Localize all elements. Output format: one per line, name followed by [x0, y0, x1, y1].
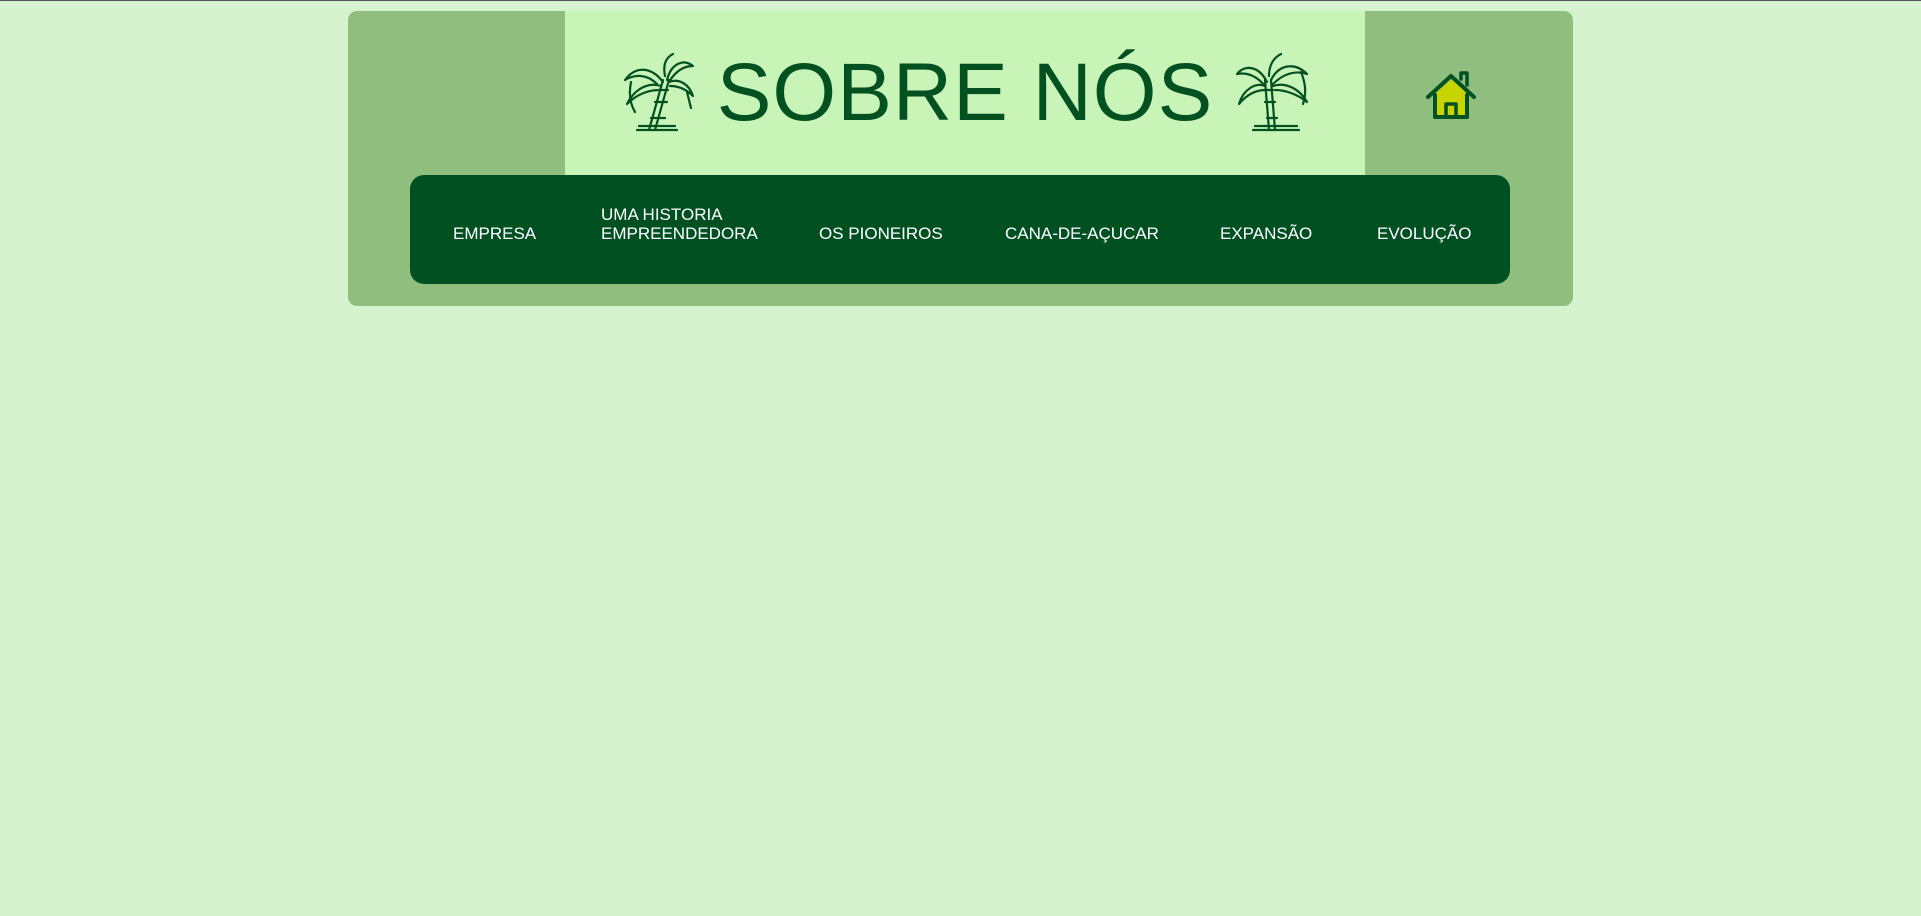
sugarcane-icon: [1236, 52, 1309, 132]
nav-item-evolucao[interactable]: EVOLUÇÃO: [1377, 224, 1471, 243]
nav-item-label: EXPANSÃO: [1220, 224, 1313, 243]
nav-item-label: EVOLUÇÃO: [1377, 224, 1472, 243]
nav-item-uma-historia-empreendedora[interactable]: UMA HISTORIA EMPREENDEDORA: [601, 205, 758, 243]
nav-item-label: EMPRESA: [453, 224, 537, 243]
sugarcane-icon: [623, 52, 694, 132]
header-panel: SOBRE NÓS EMPRESA UMA HISTORIA EMPREENDE…: [348, 11, 1573, 306]
nav-item-label: CANA-DE-AÇUCAR: [1005, 224, 1159, 243]
window-top-border: [0, 0, 1921, 1]
nav-item-expansao[interactable]: EXPANSÃO: [1220, 224, 1312, 243]
title-banner: SOBRE NÓS: [565, 11, 1365, 175]
nav-item-os-pioneiros[interactable]: OS PIONEIROS: [819, 224, 943, 243]
page-title: SOBRE NÓS: [716, 47, 1214, 138]
nav-item-label-line2: EMPREENDEDORA: [601, 224, 758, 243]
home-icon: [1426, 71, 1476, 119]
nav-item-empresa[interactable]: EMPRESA: [453, 224, 536, 243]
home-button[interactable]: [1423, 67, 1479, 123]
nav-item-cana-de-acucar[interactable]: CANA-DE-AÇUCAR: [1005, 224, 1159, 243]
nav-item-label: OS PIONEIROS: [819, 224, 943, 243]
nav-item-label-line1: UMA HISTORIA: [601, 205, 723, 224]
main-navigation: EMPRESA UMA HISTORIA EMPREENDEDORA OS PI…: [410, 175, 1510, 284]
